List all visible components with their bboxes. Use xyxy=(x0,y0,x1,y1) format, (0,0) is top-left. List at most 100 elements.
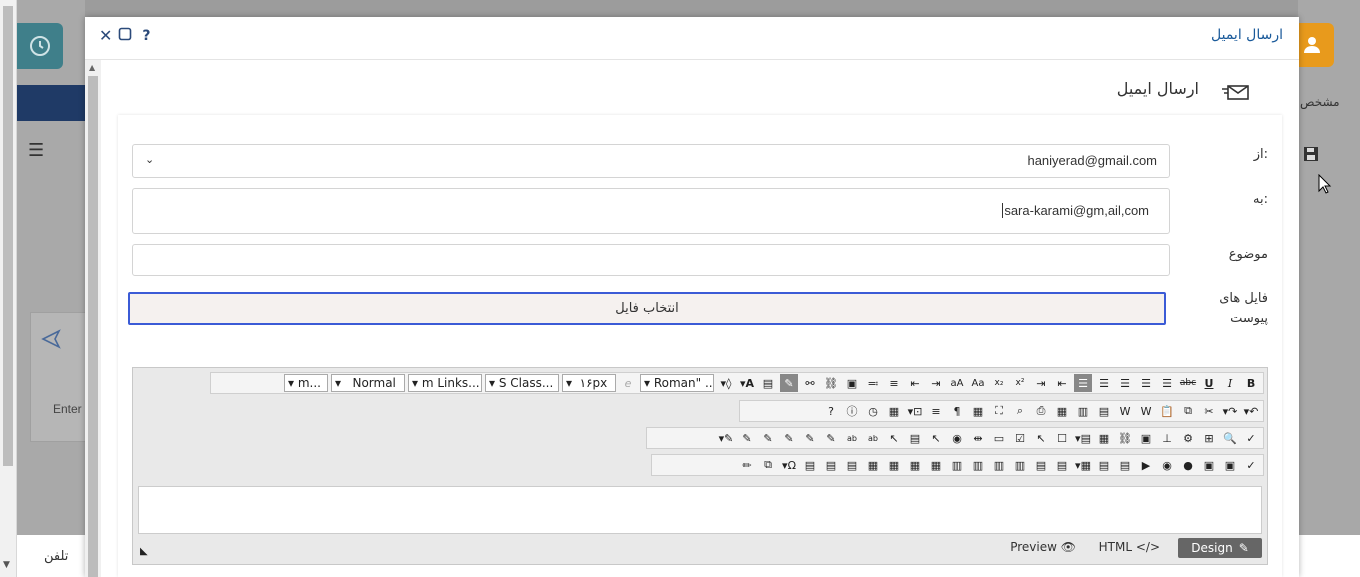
link-icon[interactable]: ⛓ xyxy=(822,374,840,392)
table-row-below-icon[interactable]: ▤ xyxy=(1032,456,1050,474)
module-icon[interactable]: ⊥ xyxy=(1158,429,1176,447)
video-icon[interactable]: ▶ xyxy=(1137,456,1155,474)
bulleted-list-icon[interactable]: ≔ xyxy=(864,374,882,392)
template-icon[interactable]: ▦ xyxy=(969,402,987,420)
document-icon[interactable]: ▤ xyxy=(1116,456,1134,474)
cut-icon[interactable]: ✂ xyxy=(1200,402,1218,420)
insert-element-icon[interactable]: ⊡▾ xyxy=(906,402,924,420)
table-merge-icon[interactable]: ▦ xyxy=(927,456,945,474)
dialog-scrollbar[interactable]: ▲ xyxy=(85,60,101,577)
insert-image-icon[interactable]: ▣ xyxy=(1137,429,1155,447)
table-insert-icon[interactable]: ▦▾ xyxy=(1074,456,1092,474)
clock-icon[interactable] xyxy=(17,23,63,69)
unlink-icon[interactable]: ⚯ xyxy=(801,374,819,392)
acronym-icon[interactable]: ab xyxy=(843,429,861,447)
settings-icon[interactable]: ⚙ xyxy=(1179,429,1197,447)
cell-props-icon[interactable]: ▤ xyxy=(801,456,819,474)
paragraph-select[interactable]: ▾ Normal xyxy=(331,374,405,392)
rtl-direction-icon[interactable]: ☰ xyxy=(1074,374,1092,392)
paste-plain-icon[interactable]: W xyxy=(1116,402,1134,420)
italic-icon[interactable]: I xyxy=(1221,374,1239,392)
insert-date-icon[interactable]: ▦ xyxy=(885,402,903,420)
css-class-select[interactable]: ▾ S Class... xyxy=(485,374,559,392)
ltr-direction-icon[interactable]: ⇤ xyxy=(1053,374,1071,392)
block-direction-icon[interactable]: ⇥ xyxy=(1032,374,1050,392)
uppercase-icon[interactable]: aA xyxy=(948,374,966,392)
preview-doc-icon[interactable]: 🔍 xyxy=(1221,429,1239,447)
special-char-icon[interactable]: Ω▾ xyxy=(780,456,798,474)
paragraph-marks-icon[interactable]: ¶ xyxy=(948,402,966,420)
copy-format-icon[interactable]: ⧉ xyxy=(759,456,777,474)
undo-icon[interactable]: ↶▾ xyxy=(1242,402,1260,420)
insert-time-icon[interactable]: ◷ xyxy=(864,402,882,420)
table-delete-row-icon[interactable]: ▥ xyxy=(1011,456,1029,474)
pointer-icon[interactable]: ↖ xyxy=(1032,429,1050,447)
brush-a-icon[interactable]: ✎ xyxy=(780,429,798,447)
help-circle-icon[interactable]: ? xyxy=(822,402,840,420)
insert-box-icon[interactable]: ☐ xyxy=(1053,429,1071,447)
insert-link-icon[interactable]: ⛓ xyxy=(1116,429,1134,447)
pointer-2-icon[interactable]: ↖ xyxy=(927,429,945,447)
scroll-down-icon[interactable]: ▼ xyxy=(3,560,10,570)
paste-text-icon[interactable]: ▤ xyxy=(1095,402,1113,420)
indent-icon[interactable]: ⇥ xyxy=(927,374,945,392)
snippets-select[interactable]: ▾ m... xyxy=(284,374,328,392)
align-right-icon[interactable]: ☰ xyxy=(1116,374,1134,392)
info-icon[interactable]: ⓘ xyxy=(843,402,861,420)
dialog-scrollbar-thumb[interactable] xyxy=(88,76,98,577)
media-icon[interactable]: ▤ xyxy=(759,374,777,392)
table-merge-down-icon[interactable]: ▦ xyxy=(885,456,903,474)
paste-icon[interactable]: 📋 xyxy=(1158,402,1176,420)
lowercase-icon[interactable]: Aa xyxy=(969,374,987,392)
radio-icon[interactable]: ◉ xyxy=(948,429,966,447)
spell-icon[interactable]: ✓ xyxy=(1242,456,1260,474)
table-delete-icon[interactable]: ▤ xyxy=(843,456,861,474)
redo-icon[interactable]: ↷▾ xyxy=(1221,402,1239,420)
form-icon[interactable]: ▤ xyxy=(906,429,924,447)
save-icon[interactable] xyxy=(1303,146,1319,166)
brush-menu-icon[interactable]: ✎▾ xyxy=(717,429,735,447)
text-field-icon[interactable]: ▭ xyxy=(990,429,1008,447)
design-tab[interactable]: Design ✎ xyxy=(1178,538,1262,558)
brush-icon[interactable]: ✎ xyxy=(822,429,840,447)
table-props-icon[interactable]: ▤ xyxy=(822,456,840,474)
table-row-above-icon[interactable]: ▤ xyxy=(1053,456,1071,474)
align-justify-icon[interactable]: ☰ xyxy=(1158,374,1176,392)
find-replace-icon[interactable]: ⌕ xyxy=(1011,402,1029,420)
scroll-up-icon[interactable]: ▲ xyxy=(89,63,95,72)
font-color-icon[interactable]: A▾ xyxy=(738,374,756,392)
table-col-left-icon[interactable]: ▥ xyxy=(990,456,1008,474)
document-2-icon[interactable]: ▤ xyxy=(1095,456,1113,474)
pointer-3-icon[interactable]: ↖ xyxy=(885,429,903,447)
format-block-icon[interactable]: ≡ xyxy=(927,402,945,420)
maximize-icon[interactable] xyxy=(118,27,132,45)
print-icon[interactable]: ⎙ xyxy=(1032,402,1050,420)
brush-css-icon[interactable]: ✎ xyxy=(801,429,819,447)
editor-content-area[interactable] xyxy=(138,486,1262,534)
links-select[interactable]: ▾ m Links... xyxy=(408,374,482,392)
subject-input[interactable] xyxy=(132,244,1170,276)
table-split-down-icon[interactable]: ▦ xyxy=(864,456,882,474)
font-name-select[interactable]: ▾ Roman" .. xyxy=(640,374,714,392)
underline-icon[interactable]: U xyxy=(1200,374,1218,392)
image-icon[interactable]: ▣ xyxy=(1221,456,1239,474)
bold-icon[interactable]: B xyxy=(1242,374,1260,392)
hamburger-menu-icon[interactable]: ☰ xyxy=(28,140,44,161)
brush-style-icon[interactable]: ✎ xyxy=(759,429,777,447)
flash-icon[interactable]: ● xyxy=(1179,456,1197,474)
font-size-select[interactable]: ▾ ۱۶px xyxy=(562,374,616,392)
outdent-icon[interactable]: ⇤ xyxy=(906,374,924,392)
sitemap-icon[interactable]: ⊞ xyxy=(1200,429,1218,447)
page-scrollbar[interactable]: ▼ xyxy=(0,0,17,577)
close-icon[interactable]: ✕ xyxy=(99,26,112,45)
superscript-icon[interactable]: x² xyxy=(1011,374,1029,392)
image-map-icon[interactable]: ▣ xyxy=(1200,456,1218,474)
table-split-icon[interactable]: ▦ xyxy=(906,456,924,474)
align-left-icon[interactable]: ☰ xyxy=(1095,374,1113,392)
format-stripper-icon[interactable]: ✎ xyxy=(780,374,798,392)
choose-file-button[interactable]: انتخاب فایل xyxy=(128,292,1166,325)
abbreviation-icon[interactable]: ab xyxy=(864,429,882,447)
pencil-icon[interactable]: ✏ xyxy=(738,456,756,474)
align-center-icon[interactable]: ☰ xyxy=(1137,374,1155,392)
select-all-icon[interactable]: ⛶ xyxy=(990,402,1008,420)
